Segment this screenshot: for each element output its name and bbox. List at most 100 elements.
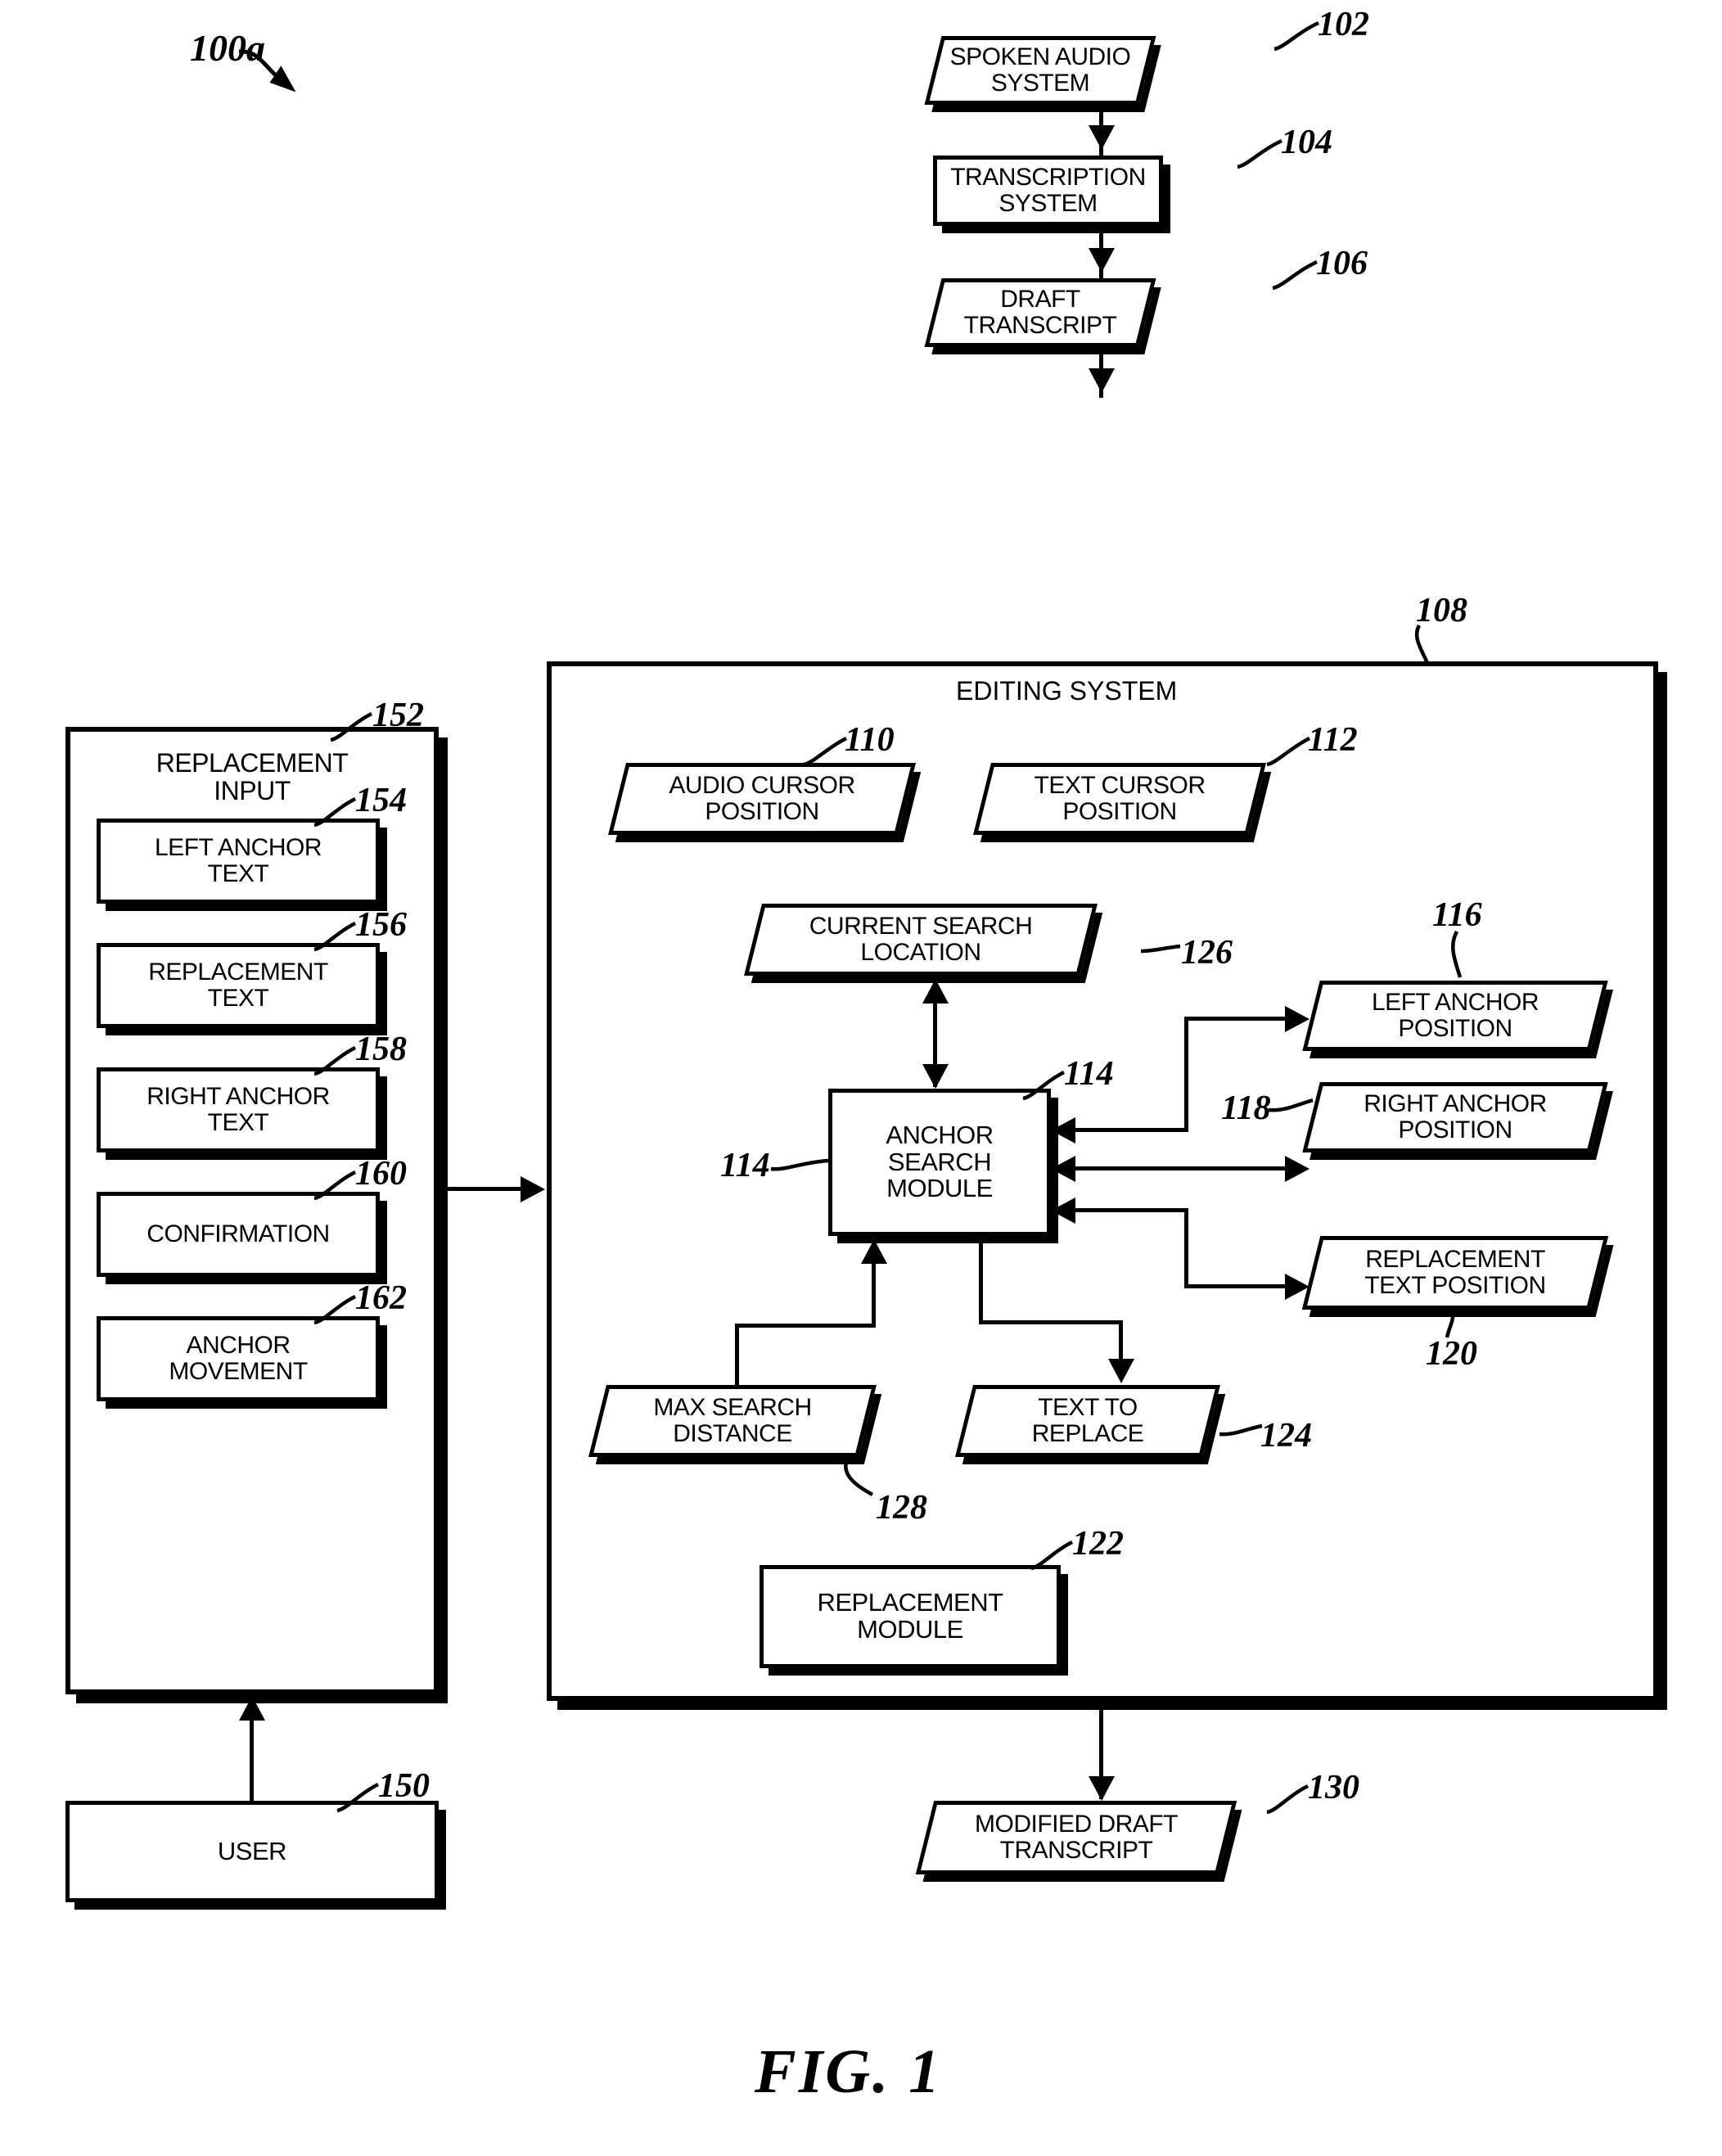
node-right-anchor-position: RIGHT ANCHOR POSITION: [1302, 1082, 1608, 1152]
node-left-anchor-position: LEFT ANCHOR POSITION: [1302, 981, 1608, 1051]
ref-150-leader: [336, 1782, 380, 1813]
ref-124: 124: [1260, 1417, 1312, 1455]
node-label: RIGHT ANCHOR TEXT: [147, 1083, 330, 1136]
ref-114-top-leader: [1022, 1070, 1066, 1101]
edge-right-anchor-to-asm-arrowhead: [1051, 1156, 1075, 1182]
node-anchor-search-module: ANCHOR SEARCH MODULE: [828, 1089, 1051, 1236]
edge-replacement-input-to-editing-line: [439, 1187, 529, 1191]
patent-figure-1: 100a SPOKEN AUDIO SYSTEM 102 TRANSCRIPTI…: [0, 0, 1722, 2156]
ref-160-leader: [313, 1170, 357, 1201]
ref-108-leader: [1414, 624, 1430, 664]
figure-caption: FIG. 1: [755, 2037, 943, 2106]
edge-msd-to-asm-seg-h: [735, 1324, 876, 1328]
node-label: USER: [217, 1836, 287, 1865]
editing-system-title: EDITING SYSTEM: [956, 676, 1178, 706]
edge-editing-to-modified-arrowhead: [1089, 1776, 1115, 1801]
ref-162-leader: [313, 1294, 357, 1325]
edge-asm-to-rtp-seg-h2: [1184, 1284, 1292, 1288]
node-label: TRANSCRIPTION SYSTEM: [950, 164, 1146, 217]
node-user: USER: [65, 1801, 439, 1902]
ref-126: 126: [1181, 934, 1233, 972]
ref-122-leader: [1030, 1540, 1074, 1571]
node-label: RIGHT ANCHOR POSITION: [1364, 1090, 1547, 1143]
ref-128-leader: [844, 1461, 874, 1496]
node-transcription-system: TRANSCRIPTION SYSTEM: [933, 156, 1163, 226]
ref-106-leader: [1272, 259, 1318, 291]
node-draft-transcript: DRAFT TRANSCRIPT: [924, 278, 1156, 347]
edge-asm-to-rtp-seg-v: [1184, 1208, 1188, 1288]
ref-128: 128: [876, 1489, 927, 1527]
ref-118-leader: [1268, 1098, 1314, 1112]
node-label: MAX SEARCH DISTANCE: [653, 1394, 812, 1447]
ref-114-left: 114: [720, 1147, 770, 1184]
node-replacement-text: REPLACEMENT TEXT: [97, 943, 380, 1028]
ref-116: 116: [1432, 896, 1482, 934]
node-audio-cursor-position: AUDIO CURSOR POSITION: [608, 763, 916, 835]
node-label: TEXT CURSOR POSITION: [1034, 772, 1206, 825]
ref-130-leader: [1266, 1784, 1310, 1815]
edge-asm-to-rtp-arrowhead: [1285, 1274, 1310, 1300]
node-label: SPOKEN AUDIO SYSTEM: [949, 43, 1131, 97]
diagram-id-leader-arrow: [238, 49, 296, 92]
node-spoken-audio-system: SPOKEN AUDIO SYSTEM: [924, 36, 1156, 105]
edge-asm-to-left-anchor-arrowhead: [1285, 1006, 1310, 1032]
edge-replacement-input-to-editing-arrowhead: [521, 1176, 545, 1202]
ref-110-leader: [803, 736, 848, 767]
edge-left-anchor-to-asm-arrowhead: [1051, 1117, 1075, 1143]
node-left-anchor-text: LEFT ANCHOR TEXT: [97, 819, 380, 904]
node-label: REPLACEMENT MODULE: [817, 1588, 1003, 1644]
ref-116-leader: [1451, 930, 1463, 978]
node-label: CONFIRMATION: [147, 1220, 330, 1248]
node-label: AUDIO CURSOR POSITION: [669, 772, 855, 825]
ref-102-leader: [1273, 20, 1319, 52]
node-label: ANCHOR MOVEMENT: [169, 1332, 308, 1385]
node-current-search-location: CURRENT SEARCH LOCATION: [744, 904, 1098, 976]
node-text-cursor-position: TEXT CURSOR POSITION: [973, 763, 1266, 835]
edge-search-location-arrowhead-up: [922, 979, 949, 1004]
edge-user-to-replacement-input-line: [250, 1711, 254, 1801]
ref-120-leader: [1445, 1309, 1455, 1338]
edge-asm-to-ttr-seg-v1: [979, 1236, 983, 1324]
node-label: CURRENT SEARCH LOCATION: [809, 913, 1033, 966]
ref-158-leader: [313, 1045, 357, 1076]
edge-msd-to-asm-seg-v1: [735, 1324, 739, 1387]
ref-118: 118: [1221, 1089, 1271, 1127]
node-modified-draft-transcript: MODIFIED DRAFT TRANSCRIPT: [915, 1801, 1237, 1874]
edge-msd-to-asm-seg-v2: [872, 1261, 876, 1326]
ref-126-leader: [1140, 944, 1181, 954]
node-label: DRAFT TRANSCRIPT: [963, 286, 1117, 339]
edge-audio-to-transcription-arrowhead: [1089, 125, 1115, 150]
edge-search-location-arrowhead-down: [922, 1064, 949, 1089]
ref-154-leader: [313, 796, 357, 828]
node-label: LEFT ANCHOR TEXT: [155, 834, 322, 887]
edge-asm-to-ttr-arrowhead: [1108, 1359, 1134, 1383]
node-label: LEFT ANCHOR POSITION: [1372, 989, 1539, 1042]
edge-user-to-replacement-input-arrowhead: [239, 1696, 265, 1721]
edge-asm-to-right-anchor-arrowhead: [1285, 1156, 1310, 1182]
ref-124-leader: [1219, 1423, 1263, 1437]
node-text-to-replace: TEXT TO REPLACE: [955, 1385, 1220, 1457]
ref-114-left-leader: [770, 1158, 829, 1171]
node-label: ANCHOR SEARCH MODULE: [886, 1120, 994, 1203]
node-confirmation: CONFIRMATION: [97, 1192, 380, 1277]
edge-asm-to-left-anchor-seg-v: [1184, 1017, 1188, 1131]
node-max-search-distance: MAX SEARCH DISTANCE: [588, 1385, 877, 1457]
ref-112-leader: [1266, 736, 1311, 767]
node-replacement-module: REPLACEMENT MODULE: [760, 1565, 1061, 1668]
node-right-anchor-text: RIGHT ANCHOR TEXT: [97, 1067, 380, 1152]
node-anchor-movement: ANCHOR MOVEMENT: [97, 1316, 380, 1401]
edge-asm-to-ttr-seg-h: [979, 1320, 1123, 1324]
edge-asm-to-left-anchor-seg-h2: [1184, 1017, 1292, 1021]
ref-104-leader: [1237, 138, 1282, 169]
node-label: REPLACEMENT TEXT POSITION: [1364, 1246, 1546, 1299]
node-label: REPLACEMENT TEXT: [148, 958, 328, 1012]
edge-transcription-to-draft-arrowhead: [1089, 248, 1115, 273]
node-label: TEXT TO REPLACE: [1031, 1394, 1144, 1447]
node-label: MODIFIED DRAFT TRANSCRIPT: [975, 1811, 1179, 1864]
node-replacement-text-position: REPLACEMENT TEXT POSITION: [1301, 1236, 1609, 1310]
edge-msd-to-asm-arrowhead: [861, 1239, 887, 1264]
edge-rtp-to-asm-arrowhead: [1051, 1198, 1075, 1224]
edge-draft-to-editing-arrowhead: [1089, 368, 1115, 393]
ref-156-leader: [313, 921, 357, 952]
ref-152-leader: [330, 711, 373, 742]
